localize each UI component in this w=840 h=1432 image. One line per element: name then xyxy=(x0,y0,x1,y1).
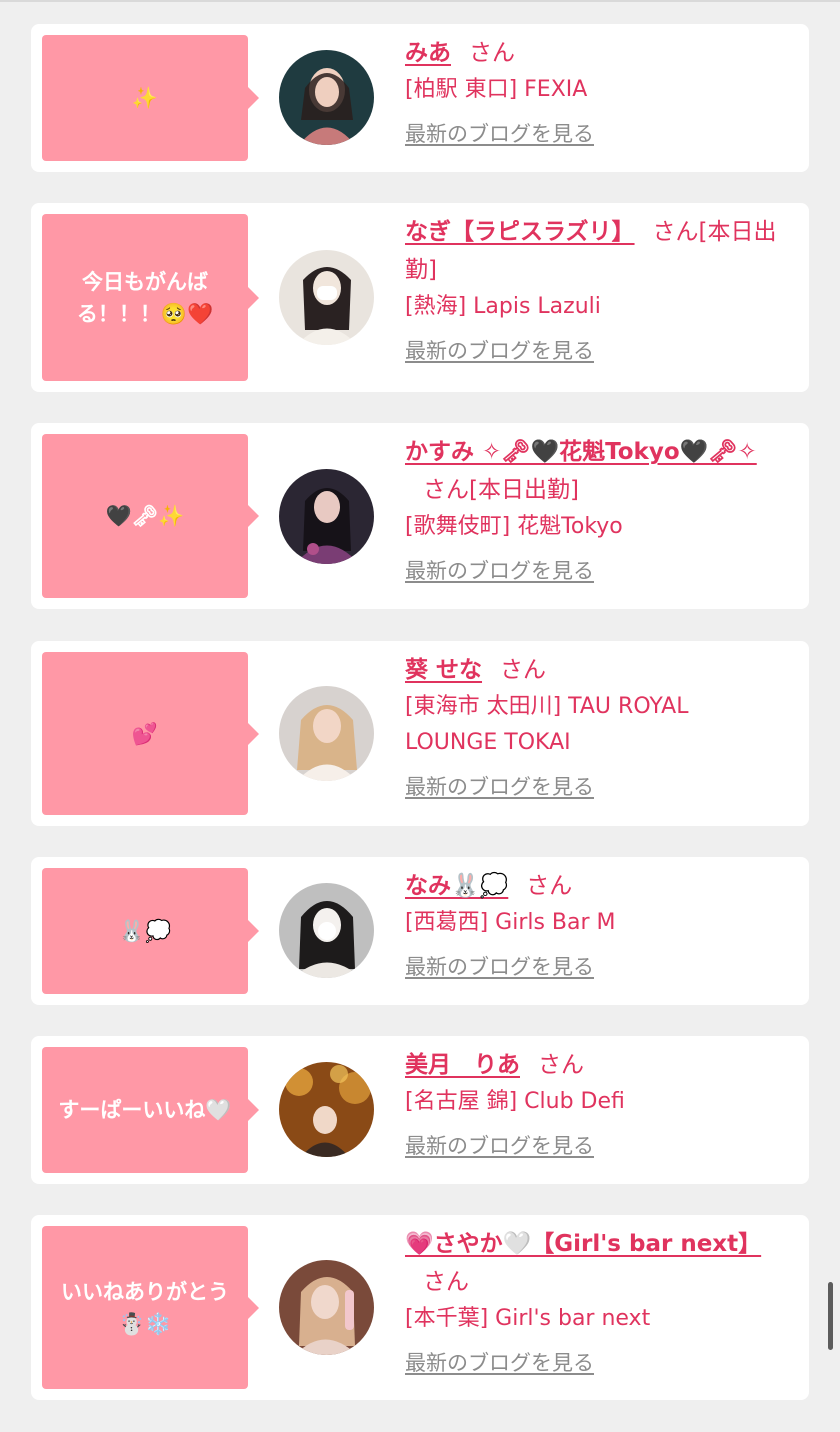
shop-label: [本千葉] Girl's bar next xyxy=(405,1306,651,1331)
latest-blog-link[interactable]: 最新のブログを見る xyxy=(405,555,594,585)
avatar[interactable] xyxy=(279,1260,374,1355)
message-text: すーぱーいいね🤍 xyxy=(58,1098,232,1122)
card-info: なぎ【ラピスラズリ】 さん[本日出勤] [熱海] Lapis Lazuli 最新の… xyxy=(405,213,785,365)
latest-blog-link[interactable]: 最新のブログを見る xyxy=(405,118,594,148)
card-info: 美月 りあ さん [名古屋 錦] Club Defi 最新のブログを見る xyxy=(405,1046,785,1160)
honorific: さん xyxy=(423,477,469,503)
message-bubble: 🐰💭 xyxy=(42,868,259,994)
shop-label: [東海市 太田川] TAU ROYAL LOUNGE TOKAI xyxy=(405,694,689,755)
avatar[interactable] xyxy=(279,1062,374,1157)
avatar[interactable] xyxy=(279,469,374,564)
avatar-image xyxy=(279,50,374,145)
message-text: 💕 xyxy=(131,721,159,746)
message-text: 🐰💭 xyxy=(118,919,172,943)
name-line: みあ さん xyxy=(405,34,785,72)
blog-card: いいねありがとう ☃️❄️ 💗さやか🤍【Girl's bar next】さん [… xyxy=(31,1215,809,1400)
blog-card: 今日もがんば る！！！🥺❤️ なぎ【ラピスラズリ】 さん[本日出勤] [熱海] L… xyxy=(31,203,809,392)
message-bubble: すーぱーいいね🤍 xyxy=(42,1047,259,1173)
shop-label: [名古屋 錦] Club Defi xyxy=(405,1089,625,1114)
honorific: さん xyxy=(423,1269,469,1295)
avatar-image xyxy=(279,250,374,345)
avatar[interactable] xyxy=(279,883,374,978)
avatar-image xyxy=(279,883,374,978)
status-text: [本日出勤] xyxy=(469,477,579,503)
message-bubble: ✨ xyxy=(42,35,259,161)
name-line: 💗さやか🤍【Girl's bar next】さん xyxy=(405,1225,785,1301)
cast-name-link[interactable]: 葵 せな xyxy=(405,657,482,683)
message-bubble: 🖤🗝✨ xyxy=(42,434,259,598)
cast-name-link[interactable]: 美月 りあ xyxy=(405,1052,520,1078)
card-info: なみ🐰💭 さん [西葛西] Girls Bar M 最新のブログを見る xyxy=(405,867,785,981)
card-info: 💗さやか🤍【Girl's bar next】さん [本千葉] Girl's ba… xyxy=(405,1225,785,1377)
honorific: さん xyxy=(469,40,515,66)
name-line: なぎ【ラピスラズリ】 さん[本日出勤] xyxy=(405,213,785,289)
honorific: さん xyxy=(538,1052,584,1078)
name-line: 美月 りあ さん xyxy=(405,1046,785,1084)
honorific: さん xyxy=(500,657,547,683)
latest-blog-link[interactable]: 最新のブログを見る xyxy=(405,1347,594,1377)
latest-blog-link[interactable]: 最新のブログを見る xyxy=(405,335,594,365)
cast-name-link[interactable]: かすみ ✧🗝🖤花魁Tokyo🖤🗝✧ xyxy=(405,439,757,465)
avatar-image xyxy=(279,1062,374,1157)
card-info: 葵 せな さん [東海市 太田川] TAU ROYAL LOUNGE TOKAI … xyxy=(405,651,785,801)
name-line: なみ🐰💭 さん xyxy=(405,867,785,905)
message-bubble: いいねありがとう ☃️❄️ xyxy=(42,1226,259,1389)
card-info: みあ さん [柏駅 東口] FEXIA 最新のブログを見る xyxy=(405,34,785,148)
message-text: いいねありがとう ☃️❄️ xyxy=(61,1279,229,1336)
message-bubble: 今日もがんば る！！！🥺❤️ xyxy=(42,214,259,381)
shop-label: [西葛西] Girls Bar M xyxy=(405,910,616,935)
scrollbar-thumb[interactable] xyxy=(828,1282,833,1350)
blog-card: 💕 葵 せな さん [東海市 太田川] TAU ROYAL LOUNGE TOKA… xyxy=(31,641,809,826)
avatar-image xyxy=(279,469,374,564)
blog-card: ✨ みあ さん [柏駅 東口] FEXIA 最新のブログを見る xyxy=(31,24,809,172)
avatar[interactable] xyxy=(279,50,374,145)
card-info: かすみ ✧🗝🖤花魁Tokyo🖤🗝✧ さん[本日出勤] [歌舞伎町] 花魁Tokyo… xyxy=(405,433,785,585)
blog-card: 🐰💭 なみ🐰💭 さん [西葛西] Girls Bar M 最新のブログを見る xyxy=(31,857,809,1005)
message-text: ✨ xyxy=(131,86,159,110)
avatar[interactable] xyxy=(279,250,374,345)
top-divider xyxy=(0,0,840,2)
cast-name-link[interactable]: なぎ【ラピスラズリ】 xyxy=(405,219,635,245)
latest-blog-link[interactable]: 最新のブログを見る xyxy=(405,1130,594,1160)
message-bubble: 💕 xyxy=(42,652,259,815)
shop-label: [歌舞伎町] 花魁Tokyo xyxy=(405,514,623,539)
blog-card: 🖤🗝✨ かすみ ✧🗝🖤花魁Tokyo🖤🗝✧ さん[本日出勤] [歌舞伎町] 花魁T… xyxy=(31,423,809,609)
cast-name-link[interactable]: 💗さやか🤍【Girl's bar next】 xyxy=(405,1231,761,1257)
message-text: 🖤🗝✨ xyxy=(105,504,185,528)
shop-label: [柏駅 東口] FEXIA xyxy=(405,77,588,102)
cast-name-link[interactable]: なみ🐰💭 xyxy=(405,873,508,899)
shop-label: [熱海] Lapis Lazuli xyxy=(405,294,601,319)
message-text: 今日もがんば る！！！🥺❤️ xyxy=(76,269,214,326)
cast-name-link[interactable]: みあ xyxy=(405,40,451,66)
latest-blog-link[interactable]: 最新のブログを見る xyxy=(405,951,594,981)
honorific: さん xyxy=(652,219,699,245)
name-line: 葵 せな さん xyxy=(405,651,785,689)
name-line: かすみ ✧🗝🖤花魁Tokyo🖤🗝✧ さん[本日出勤] xyxy=(405,433,785,509)
avatar[interactable] xyxy=(279,686,374,781)
avatar-image xyxy=(279,1260,374,1355)
blog-card: すーぱーいいね🤍 美月 りあ さん [名古屋 錦] Club Defi 最新のブロ… xyxy=(31,1036,809,1184)
honorific: さん xyxy=(526,873,573,899)
latest-blog-link[interactable]: 最新のブログを見る xyxy=(405,771,594,801)
avatar-image xyxy=(279,686,374,781)
